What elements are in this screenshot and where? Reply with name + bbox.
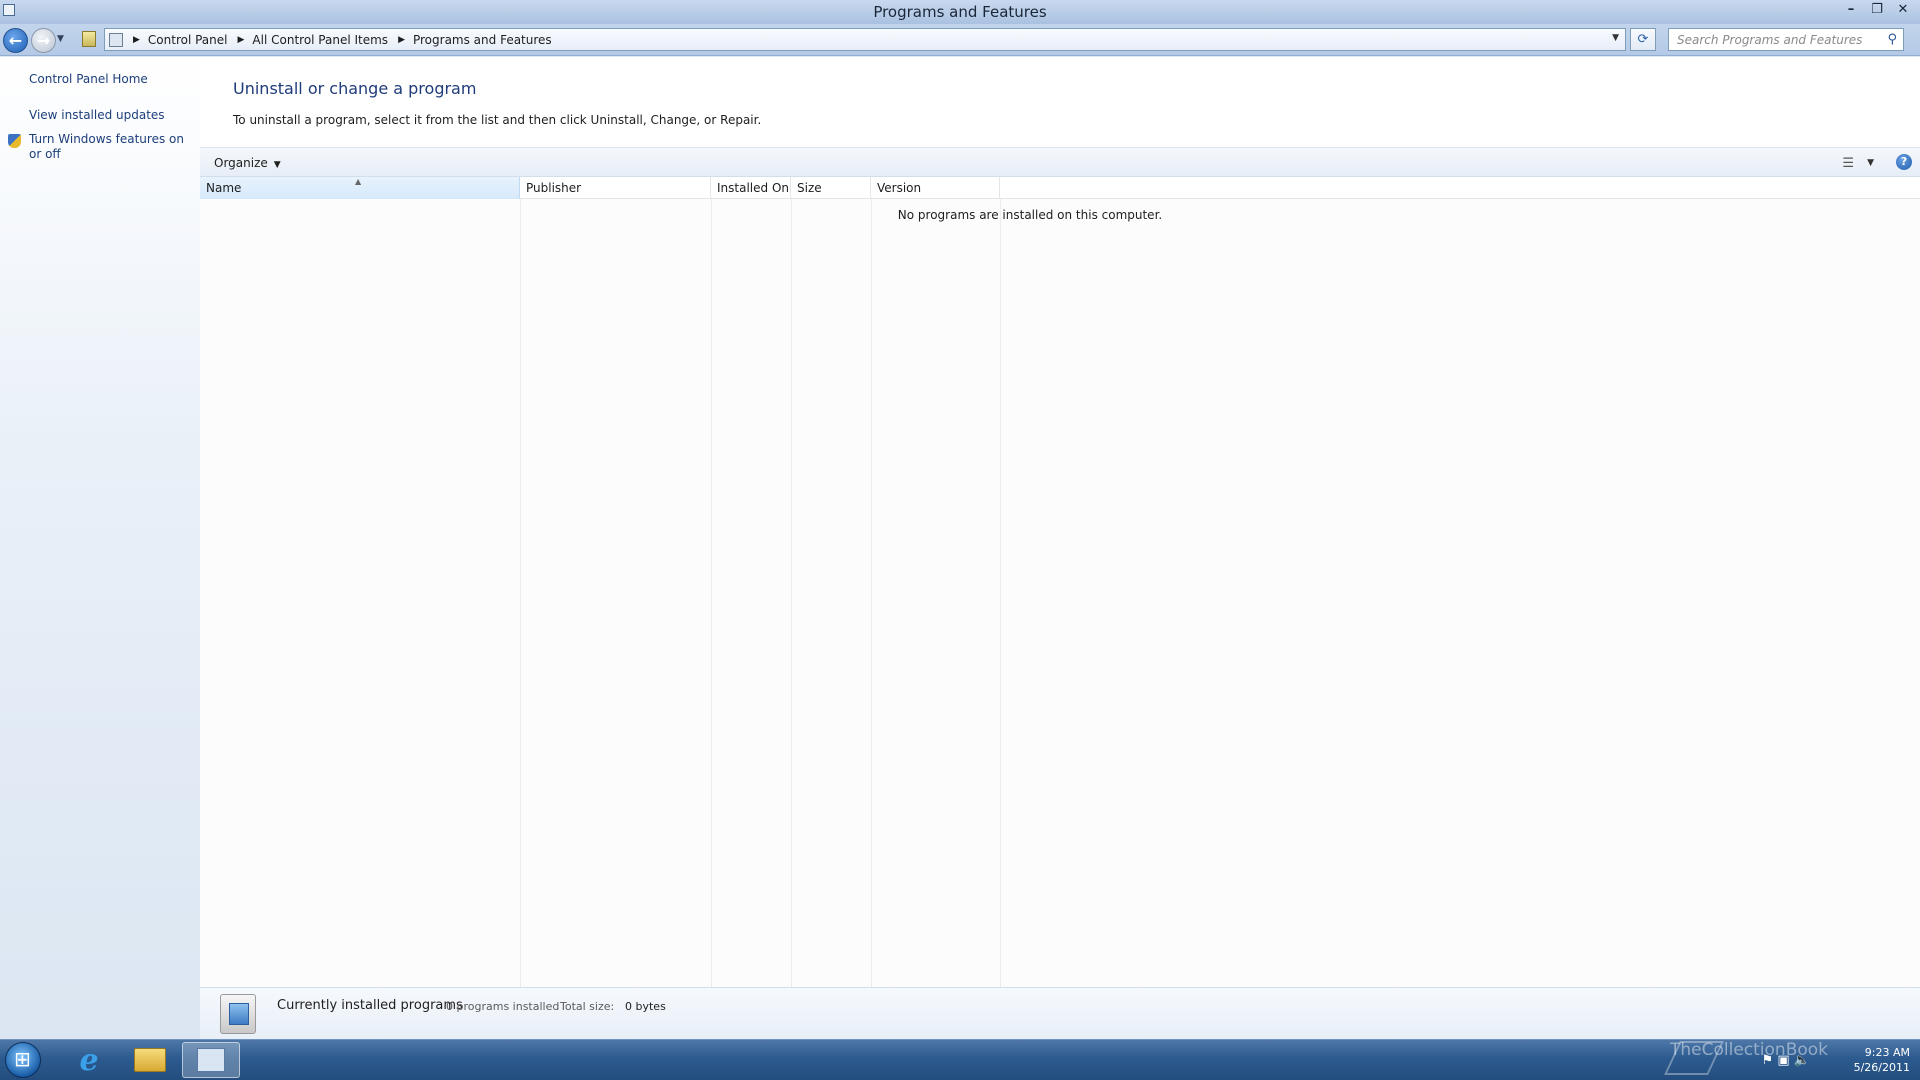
clock-date: 5/26/2011	[1853, 1061, 1910, 1074]
recent-pages-dropdown-icon[interactable]: ▼	[57, 34, 64, 44]
close-button[interactable]: ✕	[1890, 0, 1916, 18]
back-button[interactable]: ←	[3, 28, 28, 53]
refresh-button[interactable]: ⟳	[1630, 28, 1656, 51]
window-title: Programs and Features	[873, 3, 1047, 21]
organize-label: Organize	[214, 156, 268, 170]
total-size-value: 0 bytes	[625, 1000, 666, 1013]
breadcrumb-programs-features[interactable]: Programs and Features	[413, 33, 552, 47]
column-divider	[520, 199, 521, 1045]
clock-time: 9:23 AM	[1864, 1046, 1910, 1059]
column-divider	[711, 199, 712, 1045]
column-header-size[interactable]: Size	[791, 177, 871, 199]
breadcrumb-arrow-icon[interactable]: ▶	[398, 35, 405, 45]
clock[interactable]: 9:23 AM 5/26/2011	[1830, 1045, 1910, 1075]
address-history-dropdown-icon[interactable]: ▼	[1612, 33, 1619, 43]
empty-list-message: No programs are installed on this comput…	[897, 208, 1163, 222]
program-list[interactable]: No programs are installed on this comput…	[200, 199, 1920, 1045]
control-panel-icon	[197, 1048, 225, 1072]
help-icon[interactable]: ?	[1896, 154, 1912, 170]
column-divider	[791, 199, 792, 1045]
total-size-label: Total size:	[560, 1000, 615, 1013]
file-explorer-taskbar-button[interactable]	[121, 1042, 179, 1078]
command-bar: Organize ▼ ☰ ▼ ?	[200, 147, 1920, 177]
view-installed-updates-link[interactable]: View installed updates	[29, 108, 165, 123]
breadcrumb-arrow-icon[interactable]: ▶	[238, 35, 245, 45]
page-title: Uninstall or change a program	[233, 79, 477, 98]
chevron-down-icon: ▼	[273, 160, 281, 170]
column-header-publisher[interactable]: Publisher	[520, 177, 711, 199]
programs-count: 0 programs installed	[446, 1000, 560, 1013]
column-divider	[1000, 199, 1001, 1045]
minimize-button[interactable]: –	[1838, 0, 1864, 18]
start-button[interactable]	[5, 1042, 41, 1078]
installed-programs-icon	[220, 994, 256, 1034]
control-panel-icon	[109, 32, 123, 47]
main-content: Uninstall or change a program To uninsta…	[200, 57, 1920, 1045]
view-options-dropdown-icon[interactable]: ▼	[1867, 158, 1874, 168]
sort-ascending-icon: ▲	[355, 177, 362, 186]
organize-button[interactable]: Organize ▼	[214, 156, 281, 170]
page-description: To uninstall a program, select it from t…	[233, 113, 762, 127]
control-panel-home-link[interactable]: Control Panel Home	[29, 72, 148, 87]
search-box[interactable]: ⚲	[1668, 28, 1904, 51]
window-controls: – ❐ ✕	[1838, 0, 1916, 18]
folder-icon	[134, 1048, 166, 1072]
change-view-icon[interactable]: ☰	[1842, 156, 1854, 171]
shield-icon	[8, 134, 21, 148]
column-header-installed-on[interactable]: Installed On	[711, 177, 791, 199]
details-label: Currently installed programs	[277, 998, 463, 1013]
column-header-version[interactable]: Version	[871, 177, 1000, 199]
task-pane: Control Panel Home View installed update…	[0, 57, 200, 1039]
search-icon[interactable]: ⚲	[1887, 32, 1897, 47]
watermark: TheCollectionBook	[1670, 1040, 1829, 1060]
internet-explorer-taskbar-button[interactable]: e	[60, 1042, 118, 1078]
forward-button[interactable]: →	[31, 28, 56, 53]
control-panel-taskbar-button[interactable]	[182, 1042, 240, 1078]
title-bar: Programs and Features – ❐ ✕	[0, 0, 1920, 24]
search-input[interactable]	[1677, 32, 1877, 47]
column-divider	[871, 199, 872, 1045]
taskbar: e ⚑ ▣ 🔈 9:23 AM 5/26/2011	[0, 1039, 1920, 1080]
address-bar[interactable]: ▶ Control Panel ▶ All Control Panel Item…	[104, 28, 1626, 51]
restore-button[interactable]: ❐	[1864, 0, 1890, 18]
column-label-name: Name	[206, 181, 242, 195]
breadcrumb-all-items[interactable]: All Control Panel Items	[252, 33, 388, 47]
column-header-row: ▲ Name Publisher Installed On Size Versi…	[200, 177, 1920, 199]
navigation-bar: ← → ▼ ▶ Control Panel ▶ All Control Pane…	[0, 24, 1920, 56]
internet-explorer-icon: e	[79, 1042, 99, 1078]
windows-features-link[interactable]: Turn Windows features on or off	[29, 132, 191, 162]
up-folder-icon[interactable]	[82, 31, 96, 47]
column-header-name[interactable]: ▲ Name	[200, 177, 520, 199]
details-pane: Currently installed programs 0 programs …	[200, 987, 1920, 1039]
breadcrumb-arrow-icon[interactable]: ▶	[133, 35, 140, 45]
breadcrumb-control-panel[interactable]: Control Panel	[148, 33, 228, 47]
